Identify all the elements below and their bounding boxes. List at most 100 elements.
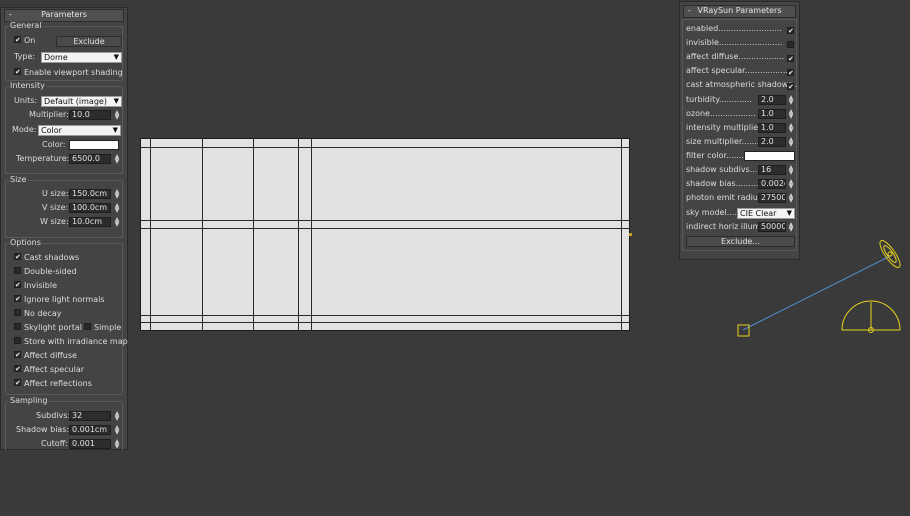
w-size-input[interactable]: 10.0cm: [69, 217, 111, 227]
option-invisible[interactable]: ✔ Invisible: [14, 280, 57, 292]
photon-emit-radius-input[interactable]: 27500.: [758, 193, 786, 203]
temperature-input[interactable]: 6500.0: [69, 154, 111, 164]
w-size-label: W size:: [40, 217, 69, 226]
grid-line: [253, 139, 254, 330]
shadow-bias-spinner[interactable]: ▲ ▼: [788, 179, 794, 190]
sun-enabled-checkbox[interactable]: ✔: [787, 27, 794, 35]
sun-affect-specular-checkbox[interactable]: ✔: [787, 69, 794, 77]
v-size-spinner[interactable]: ▲ ▼: [114, 203, 120, 214]
turbidity-input[interactable]: 2.0: [758, 95, 786, 105]
checkbox[interactable]: ✔: [14, 281, 21, 289]
cutoff-input[interactable]: 0.001: [69, 439, 111, 449]
units-dropdown[interactable]: Default (image) ▼: [41, 96, 122, 107]
intensity-multiplier-input[interactable]: 1.0: [758, 123, 786, 133]
filter-color-label: filter color.........: [686, 151, 750, 160]
option-affect-specular[interactable]: ✔ Affect specular: [14, 364, 84, 376]
sun-affect-diffuse-row[interactable]: affect diffuse..................: [686, 50, 784, 64]
sun-cast-atmo-row[interactable]: cast atmospheric shadows..: [686, 78, 797, 92]
size-multiplier-label: size multiplier.........: [686, 137, 765, 146]
option-no-decay[interactable]: No decay: [14, 308, 61, 320]
checkbox[interactable]: ✔: [14, 365, 21, 373]
viewport-shading-row[interactable]: ✔ Enable viewport shading: [14, 67, 123, 79]
shadow-subdivs-spinner[interactable]: ▲ ▼: [788, 165, 794, 176]
temperature-spinner[interactable]: ▲ ▼: [114, 154, 120, 165]
subdivs-input[interactable]: 32: [69, 411, 111, 421]
option-simple[interactable]: Simple: [84, 322, 121, 334]
shadow-bias-input[interactable]: 0.002c: [758, 179, 786, 189]
ozone-input[interactable]: 1.0: [758, 109, 786, 119]
option-ignore-light-normals[interactable]: ✔ Ignore light normals: [14, 294, 104, 306]
shadow-subdivs-input[interactable]: 16: [758, 165, 786, 175]
ozone-spinner[interactable]: ▲ ▼: [788, 109, 794, 120]
intensity-multiplier-label: intensity multiplier..: [686, 123, 766, 132]
photon-emit-radius-spinner[interactable]: ▲ ▼: [788, 193, 794, 204]
on-checkbox-row[interactable]: ✔ On: [14, 35, 35, 47]
chevron-down-icon: ▼: [113, 97, 119, 105]
intensity-multiplier-spinner[interactable]: ▲ ▼: [788, 123, 794, 134]
option-affect-reflections[interactable]: ✔ Affect reflections: [14, 378, 92, 390]
rollout-header-vraysun[interactable]: - VRaySun Parameters: [683, 5, 796, 18]
v-size-input[interactable]: 100.0cm: [69, 203, 111, 213]
sun-source-disc[interactable]: [877, 238, 904, 270]
turbidity-spinner[interactable]: ▲ ▼: [788, 95, 794, 106]
grid-line: [311, 139, 312, 330]
vraysun-gizmo[interactable]: [730, 230, 910, 340]
group-options: Options ✔ Cast shadows Double-sided ✔ Invi…: [5, 238, 128, 395]
sun-cast-atmo-checkbox[interactable]: ✔: [787, 83, 794, 91]
w-size-spinner[interactable]: ▲ ▼: [114, 217, 120, 228]
vraylight-plane-viewport[interactable]: [140, 138, 630, 331]
mode-dropdown[interactable]: Color ▼: [38, 125, 121, 136]
checkbox[interactable]: [14, 309, 21, 316]
multiplier-label: Multiplier:: [29, 110, 69, 119]
checkbox[interactable]: ✔: [14, 295, 21, 303]
filter-color-swatch[interactable]: [744, 151, 795, 161]
sun-affect-specular-row[interactable]: affect specular.................: [686, 64, 788, 78]
multiplier-spinner[interactable]: ▲ ▼: [114, 110, 120, 121]
checkbox[interactable]: [14, 323, 21, 330]
type-dropdown[interactable]: Dome ▼: [41, 52, 122, 63]
ozone-label: ozone..................: [686, 109, 756, 118]
viewport-shading-checkbox[interactable]: ✔: [14, 68, 21, 76]
cutoff-spinner[interactable]: ▲ ▼: [114, 439, 120, 450]
type-label: Type:: [14, 52, 36, 61]
grid-line: [141, 315, 629, 316]
sky-model-dropdown[interactable]: CIE Clear ▼: [737, 208, 795, 219]
vraysun-parameters-panel: - VRaySun Parameters enabled............…: [679, 1, 800, 260]
sun-invisible-row[interactable]: invisible.........................: [686, 36, 782, 50]
subdivs-spinner[interactable]: ▲ ▼: [114, 411, 120, 422]
color-swatch[interactable]: [69, 140, 119, 150]
exclude-button[interactable]: Exclude: [56, 36, 122, 47]
size-multiplier-input[interactable]: 2.0: [758, 137, 786, 147]
units-label: Units:: [14, 96, 38, 105]
sun-target-box[interactable]: [737, 324, 750, 337]
checkbox[interactable]: [14, 337, 21, 344]
sun-enabled-row[interactable]: enabled.........................: [686, 22, 782, 36]
collapse-icon[interactable]: -: [688, 6, 691, 16]
sun-invisible-checkbox[interactable]: [787, 41, 794, 48]
size-multiplier-spinner[interactable]: ▲ ▼: [788, 137, 794, 148]
checkbox[interactable]: ✔: [14, 379, 21, 387]
checkbox[interactable]: ✔: [14, 253, 21, 261]
photon-emit-radius-label: photon emit radius.: [686, 193, 765, 202]
u-size-input[interactable]: 150.0cm: [69, 189, 111, 199]
option-skylight-portal[interactable]: Skylight portal: [14, 322, 82, 334]
collapse-icon[interactable]: -: [9, 10, 12, 20]
shadow-bias-spinner[interactable]: ▲ ▼: [114, 425, 120, 436]
checkbox[interactable]: [84, 323, 91, 330]
shadow-bias-input[interactable]: 0.001cm: [69, 425, 111, 435]
checkbox[interactable]: ✔: [14, 351, 21, 359]
group-intensity: Intensity Units: Default (image) ▼ Multip…: [5, 81, 123, 174]
option-cast-shadows[interactable]: ✔ Cast shadows: [14, 252, 79, 264]
option-store-irradiance[interactable]: Store with irradiance map: [14, 336, 128, 348]
sun-affect-diffuse-checkbox[interactable]: ✔: [787, 55, 794, 63]
group-title-size: Size: [9, 175, 28, 185]
grid-line: [141, 147, 629, 148]
multiplier-input[interactable]: 10.0: [69, 110, 111, 120]
checkbox[interactable]: [14, 267, 21, 274]
option-double-sided[interactable]: Double-sided: [14, 266, 77, 278]
option-affect-diffuse[interactable]: ✔ Affect diffuse: [14, 350, 77, 362]
grid-line: [621, 139, 622, 330]
on-checkbox[interactable]: ✔: [14, 36, 21, 44]
u-size-spinner[interactable]: ▲ ▼: [114, 189, 120, 200]
grid-line: [202, 139, 203, 330]
